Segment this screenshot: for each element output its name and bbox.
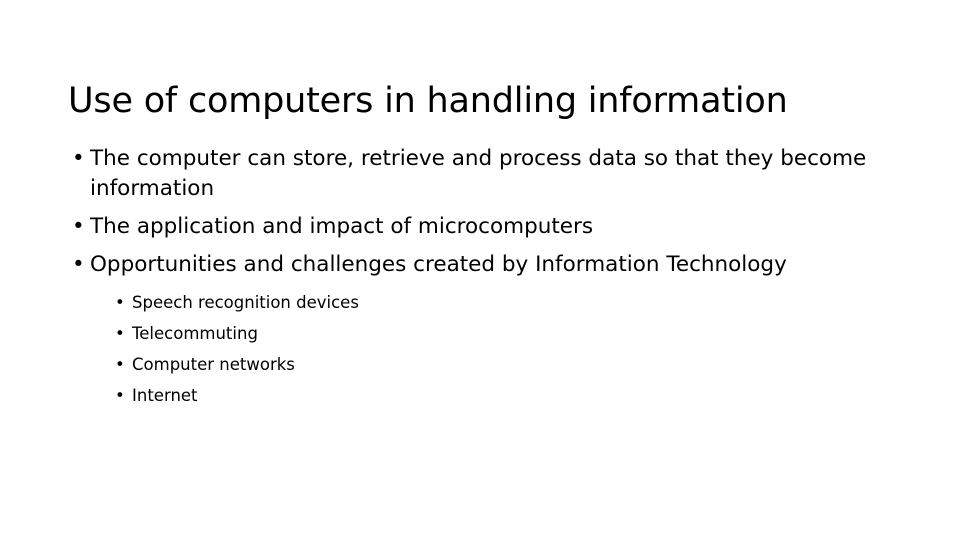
bullet-icon: • xyxy=(115,386,125,405)
sub-list-item: • Internet xyxy=(112,380,868,411)
bullet-icon: • xyxy=(115,293,125,312)
sub-list-item: • Telecommuting xyxy=(112,318,868,349)
sub-list-item-label: Computer networks xyxy=(132,355,295,374)
slide-body: • The computer can store, retrieve and p… xyxy=(68,144,868,411)
list-item: • The application and impact of microcom… xyxy=(68,212,868,242)
list-item: • Opportunities and challenges created b… xyxy=(68,250,868,411)
bullet-icon: • xyxy=(115,324,125,343)
list-item-label: The computer can store, retrieve and pro… xyxy=(90,146,867,201)
sub-list-item-label: Internet xyxy=(132,386,198,405)
sub-list: • Speech recognition devices • Telecommu… xyxy=(90,287,868,411)
sub-list-item-label: Speech recognition devices xyxy=(132,293,359,312)
page-title: Use of computers in handling information xyxy=(68,81,788,122)
list-item-label: Opportunities and challenges created by … xyxy=(90,252,787,277)
bullet-icon: • xyxy=(72,214,85,239)
bullet-icon: • xyxy=(72,252,85,277)
list-item-label: The application and impact of microcompu… xyxy=(90,214,594,239)
sub-list-item: • Computer networks xyxy=(112,349,868,380)
sub-list-item: • Speech recognition devices xyxy=(112,287,868,318)
sub-list-item-label: Telecommuting xyxy=(132,324,258,343)
list-item: • The computer can store, retrieve and p… xyxy=(68,144,868,204)
bullet-icon: • xyxy=(115,355,125,374)
bullet-icon: • xyxy=(72,146,85,171)
presentation-slide: Use of computers in handling information… xyxy=(0,0,960,540)
